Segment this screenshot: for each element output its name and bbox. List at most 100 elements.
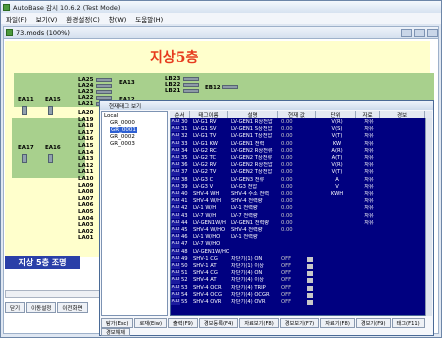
tree-root[interactable]: Local: [104, 113, 118, 119]
close-icon[interactable]: [427, 29, 438, 37]
table-row[interactable]: A.D 40 SHV-4 WH SHV-4 수소 전력 0.00 KWH 자유: [171, 191, 431, 198]
table-row[interactable]: A.D 53 SHV-4 OCR 차단기(4) TRIP OFF: [171, 284, 431, 291]
alarm-clear-button[interactable]: 경보해제: [101, 328, 131, 336]
tree-item-selected[interactable]: GR_0001: [110, 127, 137, 133]
data-view-button[interactable]: 자료보기(F8): [239, 318, 279, 328]
row-status: [307, 162, 317, 168]
row-type: 자유: [364, 219, 374, 226]
table-row[interactable]: A.D 55 SHV-4 OVR 차단기(4) OVR OFF: [171, 299, 431, 306]
light-label: LA04: [78, 215, 94, 222]
row-status: [307, 126, 317, 132]
column-header[interactable]: 단위: [316, 111, 356, 118]
light-switch-indicator[interactable]: [48, 106, 53, 115]
row-tag-name: LV-7 W/H: [193, 212, 217, 219]
search-button[interactable]: 탐가(Esc): [101, 318, 134, 328]
row-type-icon: A.D: [171, 155, 180, 162]
plan-button-bar: 닫기 이동설정 이전화면: [5, 302, 88, 313]
title-bar: AutoBase 감시 10.6.2 (Test Mode): [1, 1, 441, 13]
light-switch-indicator[interactable]: [22, 154, 27, 163]
row-type: [357, 270, 381, 276]
light-switch-indicator[interactable]: [48, 154, 53, 163]
tree-item[interactable]: GR_0000: [110, 120, 135, 126]
table-row[interactable]: A.D 51 SHV-4 CG 차단기(4) ON OFF: [171, 270, 431, 277]
table-row[interactable]: A.D 50 SHV-1 AT 차단기(1) 이상 OFF: [171, 263, 431, 270]
table-row[interactable]: A.D 35 LV-G2 TC LV-GEN2 T상전류 0.00 A(T) 자유: [171, 155, 431, 162]
light-switch-indicator[interactable]: [96, 84, 112, 88]
table-row[interactable]: A.D 37 LV-G2 TV LV-GEN2 T상전압 0.00 V(T) 자유: [171, 169, 431, 176]
light-label: LA10: [78, 175, 94, 182]
table-row[interactable]: A.D 44 LV-GEN1W/H LV-GEN1 전력량 0.00 자유: [171, 219, 431, 227]
table-row[interactable]: A.D 38 LV-G3 C LV-GEN3 전류 0.00 A 자유: [171, 176, 431, 183]
row-status: [307, 220, 317, 226]
menu-help[interactable]: 도움말(H): [135, 14, 163, 24]
row-description: LV-1 전력량: [231, 205, 258, 212]
row-status: [307, 191, 317, 197]
light-label: LA08: [78, 189, 94, 196]
light-switch-indicator[interactable]: [183, 77, 199, 81]
previous-screen-button[interactable]: 이전화면: [57, 302, 88, 313]
column-header[interactable]: 태그이름: [190, 111, 228, 118]
light-switch-indicator[interactable]: [183, 83, 199, 87]
row-type-icon: A.D: [171, 255, 180, 263]
column-header[interactable]: 경보: [380, 111, 425, 118]
tag-button[interactable]: 태그(F11): [391, 318, 425, 328]
table-row[interactable]: A.D 34 LV-G2 RC LV-GEN2 R상전류 0.00 A(R) 자유: [171, 147, 431, 155]
alarm-button[interactable]: 경보기(F9): [355, 318, 391, 328]
row-type-icon: A.D: [171, 183, 180, 191]
table-row[interactable]: A.D 52 SHV-4 AT 차단기(4) 이상 OFF: [171, 277, 431, 284]
menu-settings[interactable]: 환경설정(C): [66, 14, 100, 24]
row-value: [279, 249, 307, 255]
horizontal-scrollbar[interactable]: [5, 290, 105, 298]
column-header[interactable]: 설명: [228, 111, 278, 118]
alarm-view-button[interactable]: 경보보기(F7): [279, 318, 320, 328]
light-switch-indicator[interactable]: [183, 89, 199, 93]
tag-table-header: 순서 태그이름 설명 현재 값 단위 자료 경보: [170, 111, 432, 118]
row-number: 31: [181, 126, 188, 133]
row-description: LV-GEN1 전력: [231, 140, 265, 147]
row-description: LV-GEN2 R상전류: [231, 147, 273, 154]
table-row[interactable]: A.D 31 LV-G1 SV LV-GEN1 S상전압 0.00 V(S) 자유: [171, 126, 431, 133]
light-switch-indicator[interactable]: [222, 85, 238, 89]
table-row[interactable]: A.D 46 LV-1 W/HO LV-1 전력량: [171, 234, 431, 241]
table-row[interactable]: A.D 30 LV-G1 RV LV-GEN1 R상전압 0.00 V(R) 자유: [171, 119, 431, 126]
light-switch-indicator[interactable]: [96, 90, 112, 94]
light-switch-indicator[interactable]: [96, 78, 112, 82]
table-row[interactable]: A.D 32 LV-G1 TV LV-GEN1 T상전압 0.00 V(T) 자유: [171, 133, 431, 140]
tree-item[interactable]: GR_0002: [110, 134, 135, 140]
move-settings-button[interactable]: 이동설정: [26, 302, 57, 313]
menu-file[interactable]: 파일(F): [6, 14, 27, 24]
column-header[interactable]: 순서: [170, 111, 190, 118]
table-row[interactable]: A.D 36 LV-G2 RV LV-GEN2 R상전압 0.00 V(R) 자유: [171, 162, 431, 169]
table-row[interactable]: A.D 45 SHV-4 W/HO SHV-4 전력량 0.00: [171, 227, 431, 234]
table-row[interactable]: A.D 49 SHV-1 CG 차단기(1) ON OFF: [171, 255, 431, 263]
table-row[interactable]: A.D 47 LV-7 W/HO: [171, 241, 431, 248]
row-type: 자유: [364, 191, 374, 197]
child-window-titlebar: 73.mods (100%): [4, 27, 438, 39]
minimize-icon[interactable]: [401, 29, 412, 37]
row-tag-name: SHV-4 W/H: [193, 198, 222, 205]
table-row[interactable]: A.D 39 LV-G3 V LV-G3 전압 0.00 V 자유: [171, 183, 431, 191]
table-row[interactable]: A.D 54 SHV-4 OCG 차단기(4) OCGR OFF: [171, 291, 431, 299]
floor-title: 지상5층: [150, 50, 199, 66]
menu-view[interactable]: 보기(V): [36, 14, 57, 24]
table-row[interactable]: A.D 42 LV-1 W/H LV-1 전력량 0.00 자유: [171, 205, 431, 212]
column-header[interactable]: 자료: [356, 111, 380, 118]
menu-window[interactable]: 창(W): [109, 14, 126, 24]
table-row[interactable]: A.D 48 LV-GEN1W/HO: [171, 248, 431, 255]
row-type-icon: A.D: [171, 162, 180, 169]
table-row[interactable]: A.D 41 SHV-4 W/H SHV-4 전력량 0.00 자유: [171, 198, 431, 205]
column-header[interactable]: 현재 값: [278, 111, 316, 118]
light-switch-indicator[interactable]: [22, 106, 27, 115]
print-button[interactable]: 출력(F9): [168, 318, 198, 328]
table-row[interactable]: A.D 33 LV-G1 KW LV-GEN1 전력 0.00 KW 자유: [171, 140, 431, 147]
row-type-icon: A.D: [171, 241, 180, 248]
status-indicator-icon: [307, 285, 313, 291]
table-row[interactable]: A.D 43 LV-7 W/H LV-7 전력량 0.00 자유: [171, 212, 431, 219]
data-button[interactable]: 자료기(F8): [320, 318, 355, 328]
tree-item[interactable]: GR_0003: [110, 141, 135, 147]
maximize-icon[interactable]: [414, 29, 425, 37]
reload-button[interactable]: 로재(Eiw): [134, 318, 167, 328]
vertical-scrollbar[interactable]: [425, 118, 432, 316]
close-button[interactable]: 닫기: [5, 302, 26, 313]
alarm-register-button[interactable]: 경보등록(F4): [198, 318, 239, 328]
